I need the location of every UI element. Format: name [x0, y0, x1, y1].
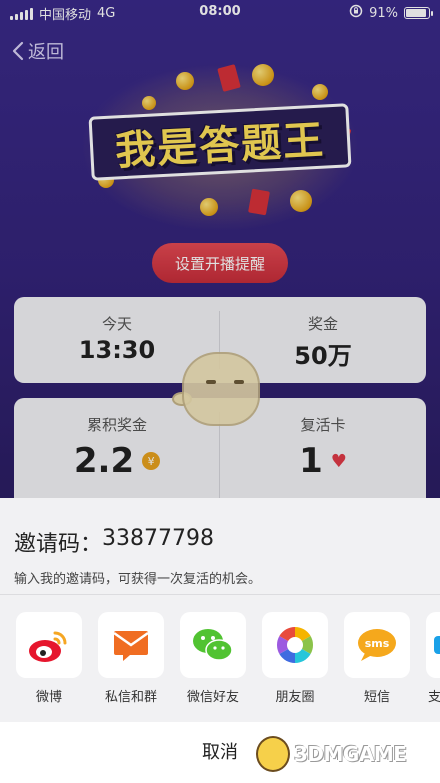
- weibo-icon: [16, 612, 82, 678]
- message-icon: [98, 612, 164, 678]
- dim-overlay[interactable]: [0, 0, 440, 498]
- share-label: 短信: [363, 690, 390, 705]
- share-sms[interactable]: sms 短信: [344, 612, 410, 712]
- duck-logo-icon: [256, 736, 290, 772]
- watermark-text: 3DMGAME: [294, 742, 407, 766]
- svg-text:sms: sms: [365, 637, 390, 650]
- wechat-icon: [180, 612, 246, 678]
- invite-code-label: 邀请码：: [14, 532, 103, 557]
- share-message[interactable]: 私信和群: [98, 612, 164, 712]
- share-label: 支: [428, 690, 440, 705]
- share-weibo[interactable]: 微博: [16, 612, 82, 712]
- watermark: 3DMGAME: [256, 736, 407, 772]
- share-label: 微博: [35, 690, 62, 705]
- moments-icon: [262, 612, 328, 678]
- invite-description: 输入我的邀请码，可获得一次复活的机会。: [14, 572, 262, 587]
- share-moments[interactable]: 朋友圈: [262, 612, 328, 712]
- more-icon: [426, 612, 440, 678]
- share-label: 朋友圈: [275, 690, 315, 705]
- sheet-divider: [0, 594, 440, 595]
- share-label: 私信和群: [104, 690, 157, 705]
- sms-icon: sms: [344, 612, 410, 678]
- invite-code-row: 邀请码： 33877798: [14, 526, 214, 558]
- share-options: 微博 私信和群 微信好友 朋友圈 sms 短信 支: [16, 612, 440, 712]
- share-wechat-friends[interactable]: 微信好友: [180, 612, 246, 712]
- invite-code-value: 33877798: [102, 526, 214, 551]
- share-label: 微信好友: [186, 690, 239, 705]
- share-more[interactable]: 支: [426, 612, 440, 712]
